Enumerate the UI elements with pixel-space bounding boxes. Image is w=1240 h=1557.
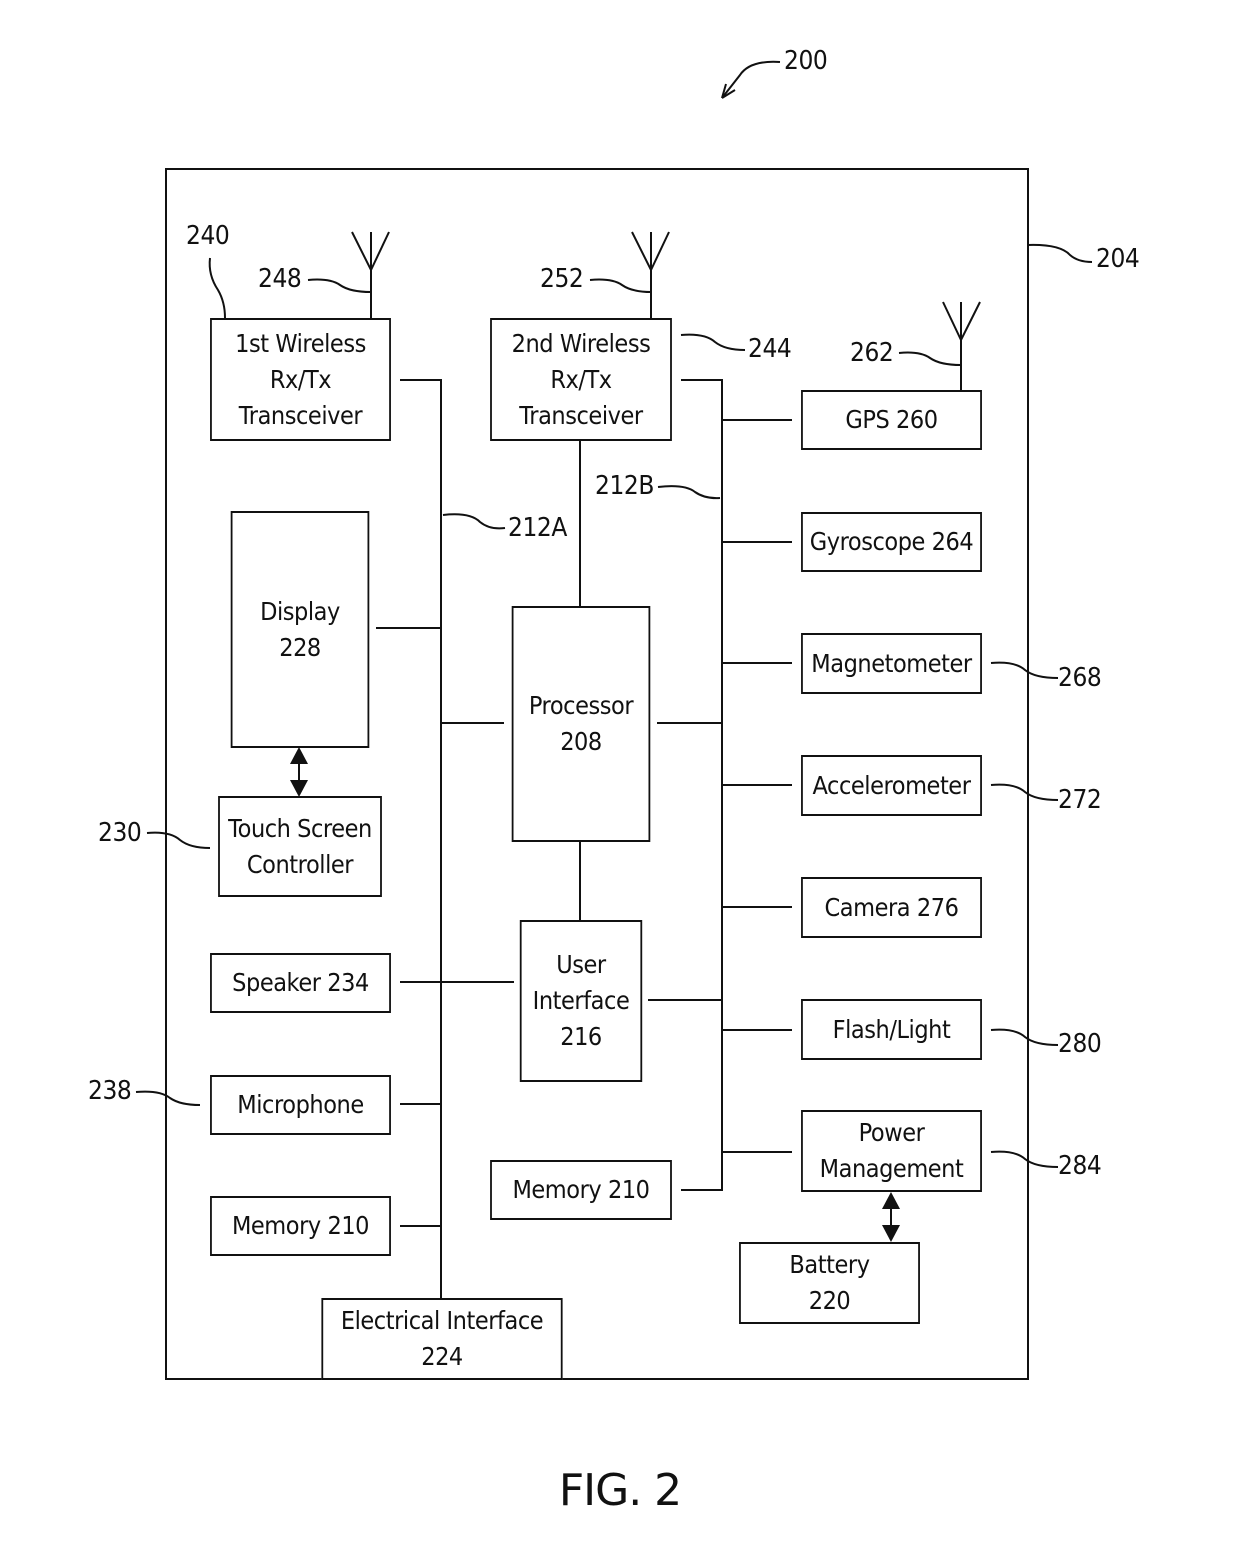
magnetometer-block: Magnetometer	[801, 633, 982, 694]
flash-light-block: Flash/Light	[801, 999, 982, 1060]
ref-280: 280	[1058, 1029, 1102, 1059]
speaker-block: Speaker 234	[210, 953, 391, 1013]
ref-230: 230	[98, 818, 142, 848]
ref-262: 262	[850, 338, 894, 368]
antenna-icon	[942, 301, 981, 390]
bus-212a	[400, 379, 442, 1298]
microphone-block: Microphone	[210, 1075, 391, 1135]
ref-252: 252	[540, 264, 584, 294]
ref-housing: 204	[1096, 244, 1140, 274]
ref-244: 244	[748, 334, 792, 364]
camera-block: Camera 276	[801, 877, 982, 938]
ref-240: 240	[186, 221, 230, 251]
ref-268: 268	[1058, 663, 1102, 693]
battery-block: Battery 220	[739, 1242, 920, 1324]
ref-212a: 212A	[508, 513, 567, 543]
gyroscope-block: Gyroscope 264	[801, 512, 982, 572]
user-interface-block: User Interface 216	[519, 920, 643, 1082]
bus-212b	[681, 379, 723, 1191]
processor-block: Processor 208	[511, 606, 651, 842]
power-management-block: Power Management	[801, 1110, 982, 1192]
ref-212b: 212B	[595, 471, 654, 501]
wireless-transceiver-1: 1st Wireless Rx/Tx Transceiver	[210, 318, 391, 441]
ref-272: 272	[1058, 785, 1102, 815]
antenna-icon	[351, 231, 390, 318]
leader-212b	[657, 485, 721, 500]
electrical-interface: Electrical Interface 224	[321, 1298, 563, 1380]
memory-left-block: Memory 210	[210, 1196, 391, 1256]
memory-center-block: Memory 210	[490, 1160, 672, 1220]
gps-block: GPS 260	[801, 390, 982, 450]
wireless-transceiver-2: 2nd Wireless Rx/Tx Transceiver	[490, 318, 672, 441]
ref-248: 248	[258, 264, 302, 294]
ref-284: 284	[1058, 1151, 1102, 1181]
touch-screen-controller: Touch Screen Controller	[218, 796, 382, 897]
figure-number: 200	[784, 46, 828, 76]
accelerometer-block: Accelerometer	[801, 755, 982, 816]
display-block: Display 228	[230, 511, 370, 748]
leader-212a	[442, 513, 506, 530]
figure-caption: FIG. 2	[558, 1465, 682, 1516]
ref-238: 238	[88, 1076, 132, 1106]
leader-204	[1027, 243, 1093, 263]
antenna-icon	[631, 231, 670, 318]
